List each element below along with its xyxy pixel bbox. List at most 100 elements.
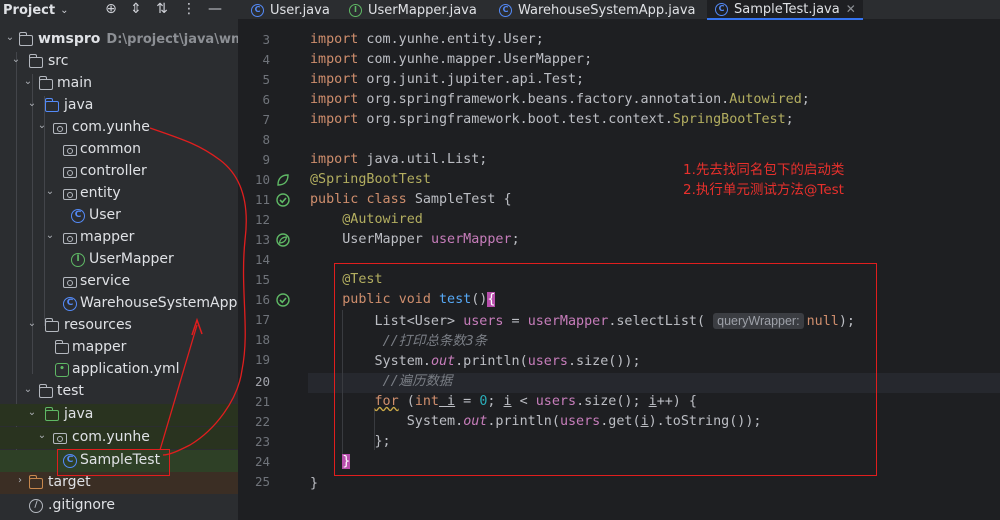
tree-item-label: common	[80, 141, 141, 157]
chevron-down-icon[interactable]: ⌄	[22, 76, 34, 87]
tree-item-java[interactable]: ⌄ java	[0, 95, 238, 117]
chevron-down-icon[interactable]: ⌄	[36, 430, 48, 441]
excluded-folder-icon	[28, 475, 44, 491]
close-icon[interactable]: ✕	[846, 2, 856, 16]
tab-label: User.java	[270, 2, 330, 18]
tree-item-user[interactable]: C User	[0, 205, 238, 227]
autowired-bean-icon[interactable]	[276, 233, 290, 247]
chevron-down-icon[interactable]: ⌄	[26, 98, 38, 109]
package-icon	[52, 120, 68, 136]
code-text: java.util.List;	[358, 152, 488, 167]
spring-bean-icon[interactable]	[276, 173, 290, 187]
chevron-down-icon[interactable]: ⌄	[26, 407, 38, 418]
tree-item-mapper[interactable]: ⌄ mapper	[0, 227, 238, 249]
code-text: ;	[785, 112, 794, 127]
class-name: SampleTest	[414, 192, 496, 207]
target-icon[interactable]: ⊕	[103, 1, 119, 17]
tree-item-wmspro[interactable]: ⌄ wmspro D:\project\java\wms	[0, 29, 238, 51]
tree-item-usermapper[interactable]: I UserMapper	[0, 249, 238, 271]
line-number: 11	[254, 192, 270, 207]
annotation-note: 1.先去找同名包下的启动类 2.执行单元测试方法@Test	[683, 160, 844, 200]
tree-item-controller[interactable]: controller	[0, 161, 238, 183]
tree-item-label: service	[80, 273, 131, 289]
line-number: 9	[262, 152, 270, 167]
code-line-10: @SpringBootTest	[310, 170, 431, 190]
package-icon	[62, 142, 78, 158]
project-panel-header: Project ⌄ ⊕ ⇕ ⇅ ⋮ —	[0, 0, 238, 20]
tree-item-label: .gitignore	[48, 497, 115, 513]
folder-icon	[38, 384, 54, 400]
tree-item-gitignore[interactable]: / .gitignore	[0, 495, 238, 517]
run-test-icon[interactable]	[276, 293, 290, 307]
code-text: ;	[801, 92, 810, 107]
tree-item-application-yml[interactable]: • application.yml	[0, 359, 238, 381]
run-test-icon[interactable]	[276, 193, 290, 207]
tree-item-label: resources	[64, 317, 132, 333]
class-icon: C	[251, 3, 264, 17]
line-number: 25	[254, 474, 270, 489]
tree-item-resources-mapper[interactable]: mapper	[0, 337, 238, 359]
tree-item-test-java[interactable]: ⌄ java	[0, 404, 238, 426]
tree-item-warehousesystemapp[interactable]: C WarehouseSystemApp	[0, 293, 238, 315]
collapse-all-icon[interactable]: ⇅	[154, 1, 170, 17]
keyword: import	[310, 32, 359, 47]
tree-item-test[interactable]: ⌄ test	[0, 381, 238, 403]
tab-label: SampleTest.java	[734, 1, 840, 17]
code-text: ;	[511, 232, 520, 247]
class-icon: C	[715, 2, 728, 16]
line-number: 19	[254, 352, 270, 367]
chevron-right-icon[interactable]: ›	[14, 475, 26, 486]
project-path: D:\project\java\wms	[106, 32, 238, 47]
chevron-down-icon[interactable]: ⌄	[4, 32, 16, 43]
line-number: 23	[254, 434, 270, 449]
tree-item-label: WarehouseSystemApp	[80, 295, 238, 311]
project-panel-title[interactable]: Project	[3, 3, 55, 18]
hide-icon[interactable]: —	[207, 1, 223, 17]
chevron-down-icon[interactable]: ⌄	[44, 186, 56, 197]
chevron-down-icon[interactable]: ⌄	[26, 318, 38, 329]
chevron-down-icon[interactable]: ⌄	[22, 384, 34, 395]
keyword: class	[366, 192, 407, 207]
chevron-down-icon[interactable]: ⌄	[44, 230, 56, 241]
tab-user-java[interactable]: C User.java	[244, 0, 336, 20]
tree-item-label: controller	[80, 163, 147, 179]
tree-item-common[interactable]: common	[0, 139, 238, 161]
tree-item-com-yunhe[interactable]: ⌄ com.yunhe	[0, 117, 238, 139]
line-number: 8	[262, 132, 270, 147]
code-line-9: import java.util.List;	[310, 150, 487, 170]
folder-icon	[18, 32, 34, 48]
chevron-down-icon[interactable]: ⌄	[10, 54, 22, 65]
code-editor[interactable]: 3 4 5 6 7 8 9 10 11 12 13 14 15 16 17 18…	[238, 20, 1000, 520]
chevron-down-icon[interactable]: ⌄	[60, 5, 68, 16]
package-icon	[52, 430, 68, 446]
tree-item-label: UserMapper	[89, 251, 174, 267]
tree-item-entity[interactable]: ⌄ entity	[0, 183, 238, 205]
tree-item-src[interactable]: ⌄ src	[0, 51, 238, 73]
tree-item-resources[interactable]: ⌄ resources	[0, 315, 238, 337]
code-line-25: }	[310, 474, 318, 494]
tab-warehousesystemapp-java[interactable]: C WarehouseSystemApp.java	[492, 0, 702, 20]
keyword: import	[310, 92, 359, 107]
interface-icon: I	[349, 3, 362, 17]
code-line-13: UserMapper userMapper;	[310, 230, 520, 250]
interface-icon: I	[70, 252, 86, 268]
line-number: 22	[254, 414, 270, 429]
more-options-icon[interactable]: ⋮	[181, 1, 197, 17]
tree-item-label: src	[48, 53, 69, 69]
code-line-11: public class SampleTest {	[310, 190, 512, 210]
line-number: 20	[254, 374, 270, 389]
code-text: {	[495, 192, 512, 207]
tree-item-test-com-yunhe[interactable]: ⌄ com.yunhe	[0, 427, 238, 449]
tab-usermapper-java[interactable]: I UserMapper.java	[342, 0, 483, 20]
tree-item-main[interactable]: ⌄ main	[0, 73, 238, 95]
tree-item-service[interactable]: service	[0, 271, 238, 293]
tab-sampletest-java[interactable]: C SampleTest.java ✕	[707, 0, 863, 20]
package-icon	[62, 186, 78, 202]
ignore-file-icon: /	[28, 498, 44, 514]
folder-icon	[38, 76, 54, 92]
chevron-down-icon[interactable]: ⌄	[36, 120, 48, 131]
tree-item-label: java	[64, 406, 94, 422]
package-icon	[62, 164, 78, 180]
expand-all-icon[interactable]: ⇕	[128, 1, 144, 17]
tree-item-label: User	[89, 207, 121, 223]
